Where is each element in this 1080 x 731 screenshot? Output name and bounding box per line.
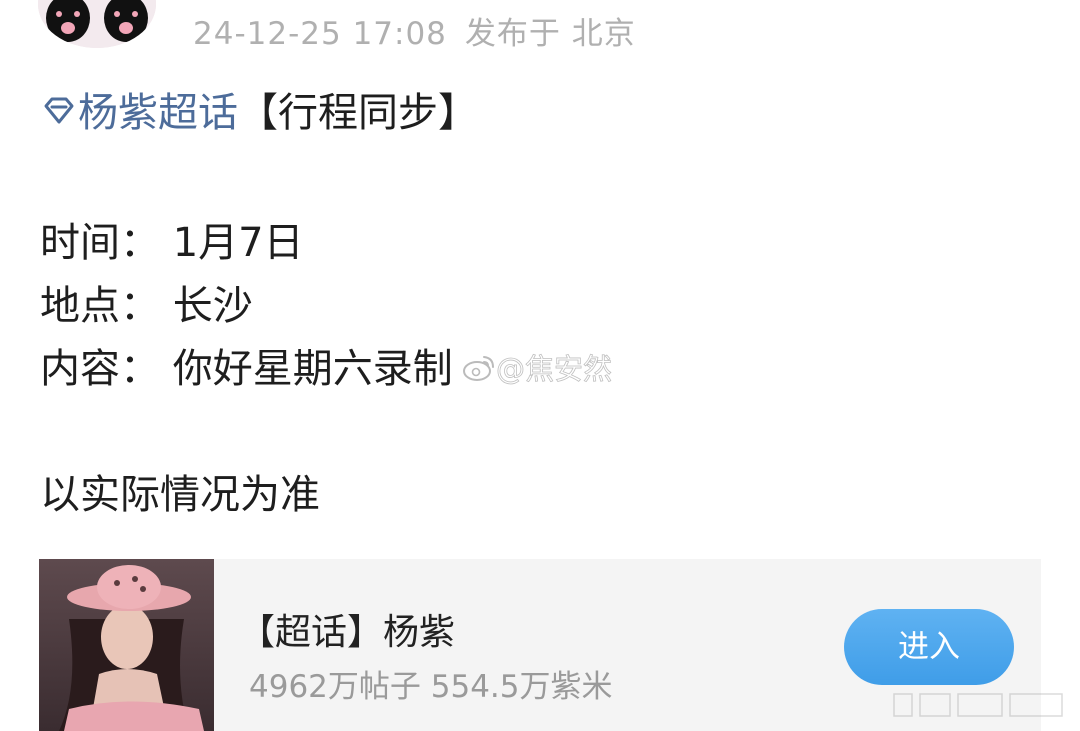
topic-link[interactable]: 杨紫超话 [40, 90, 238, 136]
place-line: 地点： 长沙 [40, 283, 253, 329]
note-line: 以实际情况为准 [40, 472, 320, 518]
post-tag: 【行程同步】 [238, 90, 478, 136]
time-line: 时间： 1月7日 [40, 220, 304, 266]
weibo-post: 24-12-25 17:08 发布于 北京 杨紫超话【行程同步】 时间： 1月7日… [0, 0, 1080, 731]
corner-watermark-icon [893, 693, 1063, 717]
avatar-image [38, 0, 156, 48]
post-meta: 24-12-25 17:08 发布于 北京 [193, 8, 636, 53]
weibo-logo-icon [463, 356, 494, 381]
content-line: 内容： 你好星期六录制 [40, 346, 453, 392]
watermark: @焦安然 [462, 346, 612, 388]
watermark-text: @焦安然 [496, 352, 613, 387]
post-location: 发布于 北京 [464, 16, 636, 52]
diamond-icon [44, 97, 74, 124]
topic-name: 杨紫超话 [78, 90, 238, 136]
card-stats: 4962万帖子 554.5万紫米 [249, 669, 613, 705]
enter-button[interactable]: 进入 [844, 609, 1014, 685]
avatar[interactable] [38, 0, 156, 48]
card-title: 【超话】杨紫 [239, 612, 456, 653]
post-date: 24-12-25 17:08 [193, 16, 447, 52]
card-cover-image [39, 559, 214, 731]
cover-photo [39, 559, 214, 731]
topic-line: 杨紫超话【行程同步】 [40, 80, 478, 138]
